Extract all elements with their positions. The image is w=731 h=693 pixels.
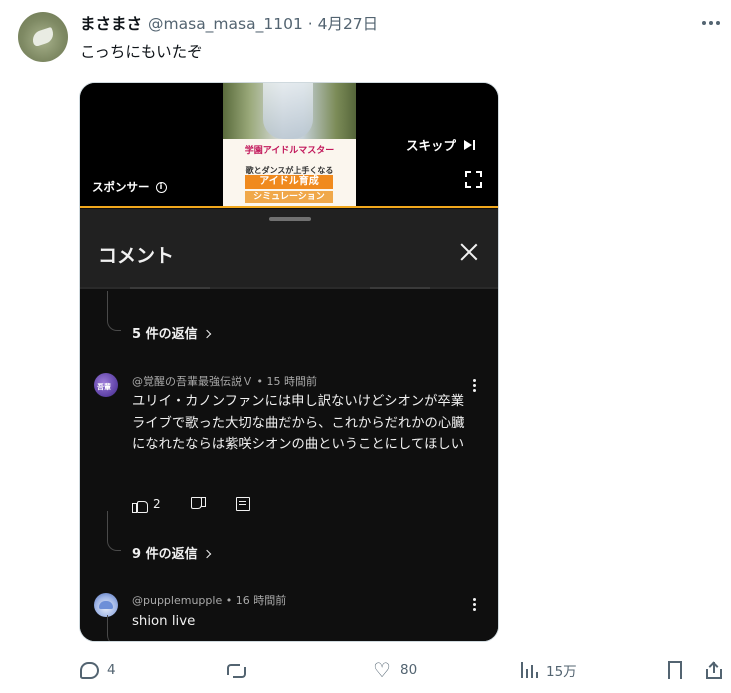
retweet-icon xyxy=(226,662,246,678)
user-avatar[interactable] xyxy=(18,12,68,62)
comments-title: コメント xyxy=(98,245,175,267)
comment-time: 16 時間前 xyxy=(235,594,287,607)
share-icon xyxy=(705,661,723,679)
ad-progress-bar xyxy=(80,206,498,208)
thumbs-down-icon xyxy=(190,497,206,511)
reply-button[interactable]: 4 xyxy=(80,655,116,685)
comment-author[interactable]: @pupplemupple xyxy=(132,594,222,607)
info-icon[interactable]: i xyxy=(155,181,167,193)
ad-logo-text: 学園アイドルマスター xyxy=(244,146,335,156)
comment-reply-icon xyxy=(235,497,250,511)
comments-list[interactable]: 5 件の返信 吾輩 @覚醒の吾輩最強伝説Ｖ • 15 時間前 ユリイ・カノンファ… xyxy=(80,287,498,641)
like-count: 2 xyxy=(153,497,161,511)
ad-line-3: シミュレーション xyxy=(245,191,333,203)
ad-thumbnail: 学園アイドルマスター 歌とダンスが上手くなる アイドル育成 シミュレーション xyxy=(223,83,356,207)
views-button[interactable]: 15万 xyxy=(520,655,577,685)
like-count: 80 xyxy=(400,662,418,678)
thread-line xyxy=(107,615,121,641)
avatar-text: 吾輩 xyxy=(97,383,111,391)
like-button[interactable]: 2 xyxy=(132,497,161,513)
reply-count: 4 xyxy=(107,662,116,678)
skip-ad-button[interactable]: スキップ xyxy=(406,135,476,154)
comment-meta: @pupplemupple • 16 時間前 xyxy=(132,592,286,608)
comment-time: 15 時間前 xyxy=(266,375,317,388)
drag-handle[interactable] xyxy=(269,217,311,221)
more-dots-icon[interactable] xyxy=(697,10,725,36)
display-name[interactable]: まさまさ xyxy=(80,12,142,34)
bookmark-icon xyxy=(668,661,682,679)
comments-panel: コメント 5 件の返信 吾輩 @覚醒の吾輩最強伝説Ｖ • 15 時間前 ユリイ・… xyxy=(80,209,498,641)
ad-thumbnail-image xyxy=(223,83,356,139)
views-icon xyxy=(520,662,539,678)
sponsor-label[interactable]: スポンサー i xyxy=(92,179,167,195)
comment-meta: @覚醒の吾輩最強伝説Ｖ • 15 時間前 xyxy=(132,373,317,389)
tweet-action-bar: 4 ♡ 80 15万 xyxy=(0,655,731,685)
dislike-button[interactable] xyxy=(190,497,206,511)
video-ad-area[interactable]: 学園アイドルマスター 歌とダンスが上手くなる アイドル育成 シミュレーション ス… xyxy=(80,83,498,207)
share-button[interactable] xyxy=(705,655,723,685)
bookmark-button[interactable] xyxy=(668,655,682,685)
tweet-text: こっちにもいたぞ xyxy=(80,43,203,61)
replies-label: 9 件の返信 xyxy=(132,547,198,562)
avatar[interactable] xyxy=(94,593,118,617)
view-replies-button[interactable]: 9 件の返信 xyxy=(132,543,211,562)
fullscreen-icon[interactable] xyxy=(465,171,482,188)
avatar-image xyxy=(30,26,56,48)
cut-off-content xyxy=(370,287,430,289)
meta-separator: • xyxy=(253,375,267,388)
ad-line-2: アイドル育成 xyxy=(245,175,333,189)
thumbs-up-icon xyxy=(132,497,148,513)
reply-icon xyxy=(80,661,99,679)
sponsor-text: スポンサー xyxy=(92,180,150,194)
skip-label: スキップ xyxy=(406,138,457,153)
video-media[interactable]: 学園アイドルマスター 歌とダンスが上手くなる アイドル育成 シミュレーション ス… xyxy=(79,82,499,642)
ad-thumbnail-banner: 学園アイドルマスター 歌とダンスが上手くなる アイドル育成 シミュレーション xyxy=(223,139,356,207)
replies-label: 5 件の返信 xyxy=(132,327,198,342)
close-icon[interactable] xyxy=(459,242,479,262)
view-replies-button[interactable]: 5 件の返信 xyxy=(132,323,211,342)
like-icon: ♡ xyxy=(373,658,391,682)
comment-author[interactable]: @覚醒の吾輩最強伝説Ｖ xyxy=(132,375,253,388)
retweet-button[interactable] xyxy=(226,655,246,685)
chevron-right-icon xyxy=(202,329,211,339)
comment-more-icon[interactable] xyxy=(473,598,477,612)
tweet: まさまさ @masa_masa_1101 · 4月27日 こっちにもいたぞ 学園… xyxy=(0,0,731,693)
views-count: 15万 xyxy=(546,664,577,680)
reply-button[interactable] xyxy=(235,497,250,511)
meta-separator: • xyxy=(222,594,236,607)
thread-line xyxy=(107,511,121,551)
like-button[interactable]: ♡ 80 xyxy=(372,655,417,685)
avatar[interactable]: 吾輩 xyxy=(94,373,118,397)
handle-and-timestamp[interactable]: @masa_masa_1101 · 4月27日 xyxy=(148,12,378,34)
chevron-right-icon xyxy=(202,549,211,559)
comment-text: shion live xyxy=(132,614,196,629)
comment-actions: 2 xyxy=(132,495,280,513)
thread-line xyxy=(107,291,121,331)
skip-next-icon xyxy=(464,139,476,150)
tweet-header: まさまさ @masa_masa_1101 · 4月27日 xyxy=(80,12,378,34)
cut-off-content xyxy=(130,287,210,289)
avatar-image xyxy=(99,601,113,609)
comment-text: ユリイ・カノンファンには申し訳ないけどシオンが卒業ライブで歌った大切な曲だから、… xyxy=(132,394,465,452)
